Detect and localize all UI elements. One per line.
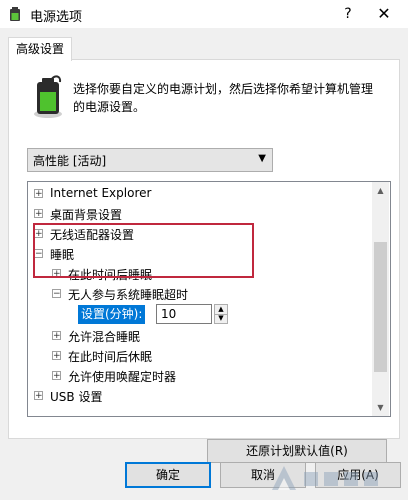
power-plan-select[interactable]: 高性能 [活动] ▼	[27, 148, 273, 172]
setting-row: 设置(分钟): 10 ▲ ▼	[28, 304, 268, 325]
tree-item-label: 无线适配器设置	[50, 228, 135, 242]
setting-minutes-label: 设置(分钟):	[78, 305, 146, 324]
collapse-icon[interactable]: −	[52, 289, 61, 299]
battery-icon	[34, 75, 62, 118]
tree-item-label: 桌面背景设置	[50, 208, 123, 222]
power-options-icon	[10, 7, 20, 21]
scroll-up-icon[interactable]: ▲	[372, 182, 389, 199]
window-title: 电源选项	[30, 10, 83, 25]
tree-item-label: 无人参与系统睡眠超时	[68, 288, 189, 302]
power-plan-value: 高性能 [活动]	[33, 154, 107, 168]
tree-item-label: 允许使用唤醒定时器	[68, 370, 177, 384]
minutes-input[interactable]: 10	[156, 304, 212, 324]
title-bar: 电源选项 ? ✕	[0, 0, 408, 28]
expand-icon[interactable]: +	[34, 391, 43, 401]
expand-icon[interactable]: +	[52, 351, 61, 361]
ok-button[interactable]: 确定	[125, 462, 211, 488]
minutes-spinner[interactable]: ▲ ▼	[214, 304, 228, 324]
tree-item-label: 允许混合睡眠	[68, 330, 141, 344]
tree-item-label: USB 设置	[50, 390, 103, 404]
tab-panel: 选择你要自定义的电源计划，然后选择你希望计算机管理的电源设置。 高性能 [活动]…	[8, 59, 400, 463]
scroll-down-icon[interactable]: ▼	[372, 399, 389, 416]
expand-icon[interactable]: +	[52, 331, 61, 341]
expand-icon[interactable]: +	[34, 209, 43, 219]
description-text: 选择你要自定义的电源计划，然后选择你希望计算机管理的电源设置。	[73, 82, 374, 114]
tree-item-label: Internet Explorer	[50, 186, 152, 200]
expand-icon[interactable]: +	[52, 269, 61, 279]
close-button[interactable]: ✕	[372, 4, 396, 24]
help-button[interactable]: ?	[336, 4, 360, 24]
restore-defaults-button[interactable]: 还原计划默认值(R)	[207, 439, 387, 463]
tree-item-label: 在此时间后休眠	[68, 350, 153, 364]
collapse-icon[interactable]: −	[34, 249, 43, 259]
tree-scrollbar[interactable]: ▲ ▼	[372, 182, 389, 416]
tree-item-label: 在此时间后睡眠	[68, 268, 153, 282]
chevron-down-icon: ▼	[258, 153, 266, 164]
expand-icon[interactable]: +	[34, 229, 43, 239]
scrollbar-thumb[interactable]	[374, 242, 387, 372]
tree-item-label: 睡眠	[50, 248, 75, 262]
spin-down-icon[interactable]: ▼	[215, 314, 227, 323]
settings-tree[interactable]: + Internet Explorer + 桌面背景设置 + 无线适配器设置 −…	[27, 181, 391, 417]
dialog-body: 高级设置 选择你要自定义的电源计划，然后选择你希望计算机管理的电源设置。 高性能…	[0, 28, 408, 500]
expand-icon[interactable]: +	[34, 189, 43, 199]
watermark-logo	[272, 466, 378, 490]
expand-icon[interactable]: +	[52, 371, 61, 381]
tab-advanced-settings[interactable]: 高级设置	[8, 37, 72, 61]
